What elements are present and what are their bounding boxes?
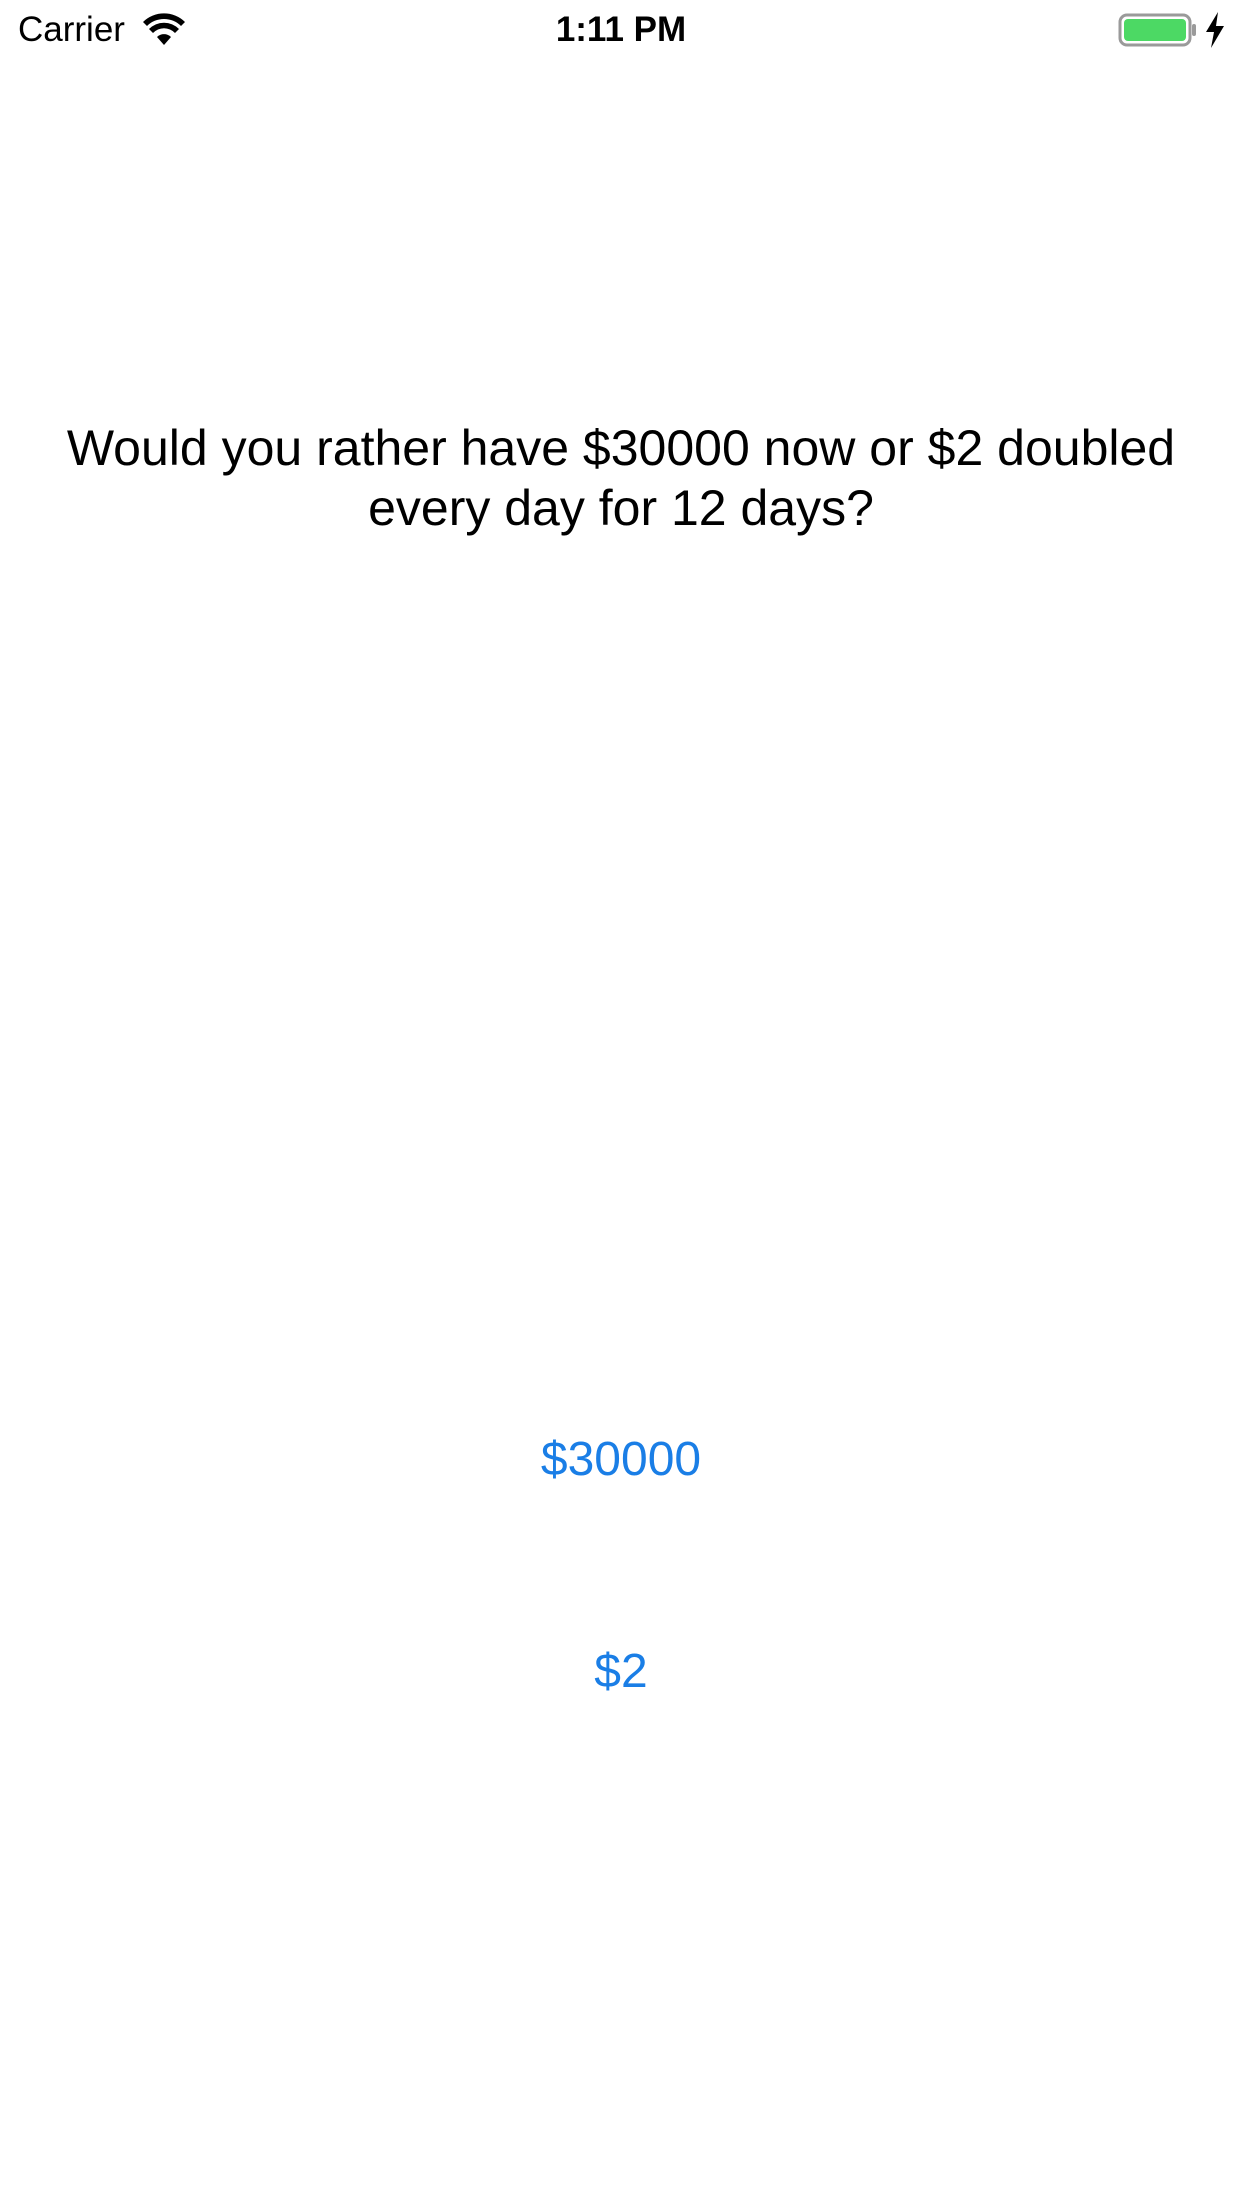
option-2-button[interactable]: $2 (0, 1644, 1242, 1699)
battery-icon (1118, 13, 1196, 47)
charging-bolt-icon (1206, 12, 1224, 48)
status-bar: Carrier 1:11 PM (0, 0, 1242, 60)
screen: Carrier 1:11 PM Would you rather have $3… (0, 0, 1242, 2208)
status-time: 1:11 PM (555, 10, 687, 49)
option-30000-button[interactable]: $30000 (0, 1432, 1242, 1487)
question-text: Would you rather have $30000 now or $2 d… (66, 420, 1176, 536)
battery-group (1118, 12, 1226, 48)
